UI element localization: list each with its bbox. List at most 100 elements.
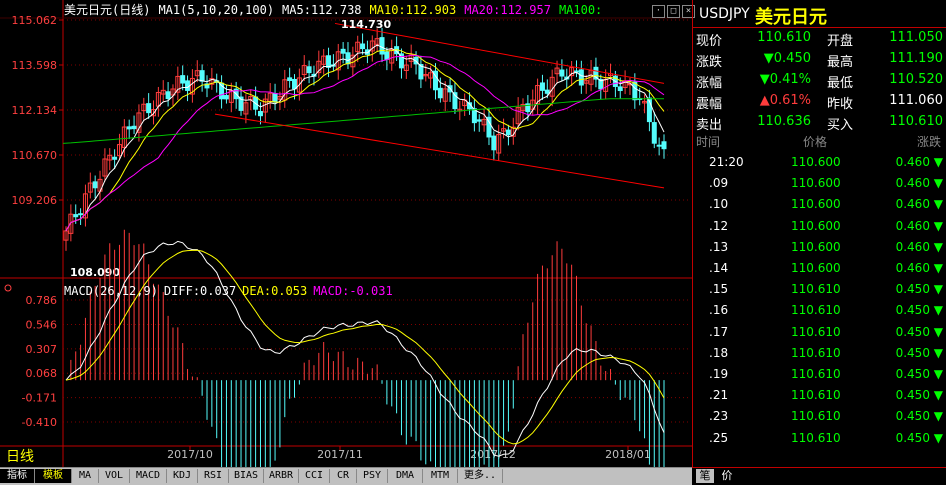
quote-value: 110.636 <box>757 114 811 129</box>
quote-label: 震幅 <box>696 97 723 112</box>
macd-tick-label: -0.410 <box>22 416 57 429</box>
indicator-tab[interactable]: CCI <box>299 469 330 483</box>
ma20-value: MA20:112.957 <box>464 3 551 17</box>
candle-body <box>573 70 579 73</box>
indicator-tab[interactable]: VOL <box>99 469 130 483</box>
candle-body <box>78 213 84 216</box>
quote-label: 现价 <box>696 34 723 49</box>
tick-change: 0.450 ▼ <box>895 303 943 318</box>
quote-label: 涨幅 <box>696 76 723 91</box>
indicator-tab[interactable]: ARBR <box>264 469 299 483</box>
candle-body <box>272 92 278 103</box>
x-tick-label: 2017/10 <box>167 448 213 461</box>
side-tabs: 笔价 <box>692 467 946 485</box>
ma5-value: MA5:112.738 <box>282 3 362 17</box>
settings-icon[interactable]: · <box>652 5 665 18</box>
tick-price: 110.600 <box>791 197 841 212</box>
candle-body <box>360 43 366 50</box>
candle-body <box>491 135 497 151</box>
tick-change: 0.460 ▼ <box>895 197 943 212</box>
quote-label2: 最低 <box>827 76 854 91</box>
side-tab[interactable]: 笔 <box>696 469 714 483</box>
tick-row: .14 110.600 0.460 ▼ <box>693 261 946 282</box>
x-tick-label: 2018/01 <box>605 448 651 461</box>
tick-row: .15 110.610 0.450 ▼ <box>693 282 946 303</box>
x-tick-label: 2017/11 <box>317 448 363 461</box>
indicator-tab[interactable]: CR <box>330 469 357 483</box>
ticks-header: 时间 价格 涨跌 <box>693 133 946 151</box>
candle-body <box>165 91 171 100</box>
candle-body <box>656 144 662 147</box>
macd-tick-label: 0.546 <box>26 318 58 331</box>
indicator-tab[interactable]: MTM <box>423 469 458 483</box>
macd-tick-label: 0.786 <box>26 294 58 307</box>
indicator-tab[interactable]: BIAS <box>229 469 264 483</box>
macd-tick-label: 0.307 <box>26 343 58 356</box>
candle-body <box>505 129 511 136</box>
candle-body <box>306 66 312 74</box>
quote-title: USDJPY 美元日元 <box>693 0 946 28</box>
tick-price: 110.600 <box>791 176 841 191</box>
chart-header: 美元日元(日线) MA1(5,10,20,100) MA5:112.738 MA10:… <box>64 1 610 18</box>
indicator-tab[interactable]: DMA <box>388 469 423 483</box>
high-annotation: 114.730 <box>341 18 391 31</box>
indicator-tab[interactable]: 模板 <box>35 469 72 483</box>
side-tab[interactable]: 价 <box>718 469 736 483</box>
macd-label: MACD(26,12,9) <box>64 284 158 298</box>
candle-body <box>257 111 263 117</box>
ma-line-20 <box>65 54 665 232</box>
candle-body <box>661 141 667 150</box>
candle-body <box>476 119 482 122</box>
tick-change: 0.460 ▼ <box>895 176 943 191</box>
indicator-tab[interactable]: MACD <box>130 469 167 483</box>
quote-value: 110.610 <box>757 30 811 45</box>
indicator-tab[interactable]: MA <box>72 469 99 483</box>
quote-symbol: USDJPY <box>699 6 750 22</box>
ticks-header-time: 时间 <box>696 135 721 149</box>
price-tick-label: 113.598 <box>12 59 58 72</box>
candle-body <box>199 70 205 82</box>
tick-price: 110.610 <box>791 345 841 360</box>
ma-label: MA1(5,10,20,100) <box>158 3 275 17</box>
restore-icon[interactable]: □ <box>667 5 680 18</box>
tick-change: 0.450 ▼ <box>895 409 943 424</box>
tick-change: 0.450 ▼ <box>895 430 943 445</box>
tick-price: 110.610 <box>791 409 841 424</box>
period-label[interactable]: 日线 <box>6 446 34 466</box>
tick-change: 0.460 ▼ <box>895 239 943 254</box>
indicator-tab[interactable]: 指标 <box>0 469 35 483</box>
tick-price: 110.610 <box>791 282 841 297</box>
ticks-header-change: 涨跌 <box>916 135 941 149</box>
price-tick-label: 109.206 <box>12 194 58 207</box>
tick-row: .21 110.610 0.450 ▼ <box>693 388 946 409</box>
candle-body <box>292 78 298 90</box>
indicator-tab[interactable]: RSI <box>198 469 229 483</box>
candle-body <box>651 122 657 144</box>
candle-body <box>180 75 186 84</box>
candle-body <box>632 81 638 101</box>
tick-row: .18 110.610 0.450 ▼ <box>693 346 946 367</box>
quote-row: 现价 110.610 开盘 111.050 <box>693 30 946 50</box>
tick-row: .12 110.600 0.460 ▼ <box>693 219 946 240</box>
quote-value2: 110.610 <box>889 114 943 129</box>
quote-label2: 买入 <box>827 118 854 133</box>
indicator-tab[interactable]: PSY <box>357 469 388 483</box>
window-buttons: · □ × <box>650 2 695 18</box>
pane-settings-icon <box>4 284 12 292</box>
tick-row: .25 110.610 0.450 ▼ <box>693 431 946 452</box>
tick-price: 110.610 <box>791 303 841 318</box>
candle-body <box>345 52 351 65</box>
indicator-tab[interactable]: KDJ <box>167 469 198 483</box>
tick-time: .13 <box>709 239 729 254</box>
tick-row: .17 110.610 0.450 ▼ <box>693 325 946 346</box>
chart-canvas[interactable]: 115.062 113.598 112.134 110.670 109.206 0.786… <box>0 0 692 467</box>
symbol-label: 美元日元(日线) <box>64 3 151 17</box>
quote-label2: 昨收 <box>827 97 854 112</box>
tick-change: 0.460 ▼ <box>895 218 943 233</box>
candle-body <box>92 181 98 189</box>
tick-change: 0.450 ▼ <box>895 388 943 403</box>
indicator-tab[interactable]: 更多.. <box>458 469 503 483</box>
quote-value2: 111.190 <box>889 51 943 66</box>
tick-time: .19 <box>709 367 729 381</box>
macd-tick-label: -0.171 <box>22 392 57 405</box>
